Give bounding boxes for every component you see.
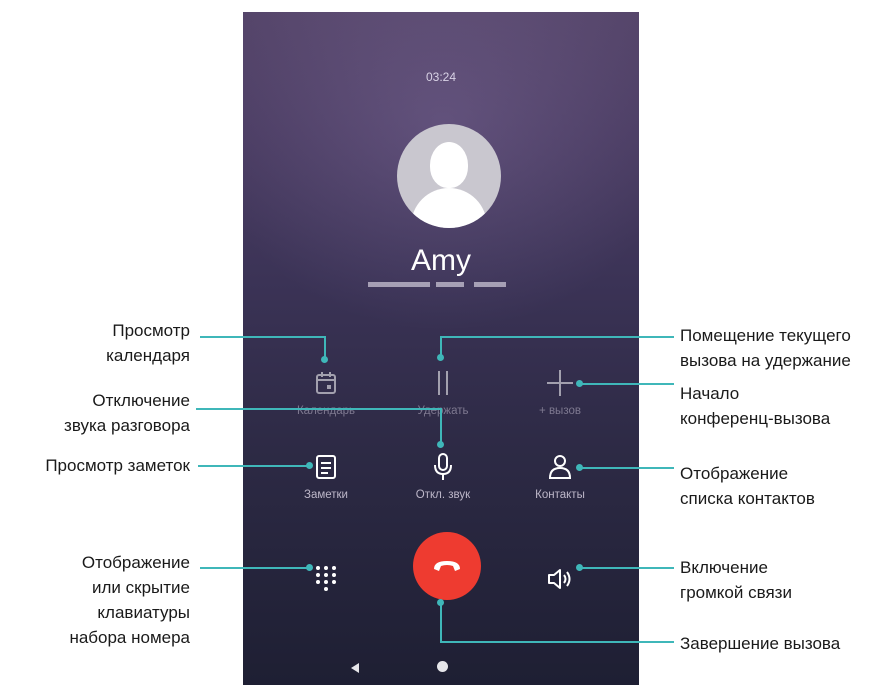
annotation-dialpad-line4: набора номера: [69, 628, 190, 647]
microphone-icon: [434, 453, 452, 480]
contact-number-redacted: [368, 282, 518, 288]
annotation-mute: Отключение звука разговора: [64, 388, 190, 438]
annotation-hold: Помещение текущего вызова на удержание: [680, 323, 851, 373]
add-call-button[interactable]: + вызов: [505, 369, 615, 417]
annotation-conference: Начало конференц-вызова: [680, 381, 830, 431]
back-triangle-icon[interactable]: [350, 662, 360, 674]
dialpad-icon: [316, 566, 336, 591]
pause-icon: [438, 371, 448, 395]
annotation-conference-line2: конференц-вызова: [680, 409, 831, 428]
annotation-calendar-line2: календаря: [106, 346, 190, 365]
speaker-button[interactable]: [505, 565, 615, 593]
contact-avatar: [397, 124, 501, 228]
callout-line-hold: [440, 336, 674, 338]
calendar-label: Календарь: [296, 405, 356, 417]
annotation-dialpad-line2: или скрытие: [92, 578, 190, 597]
annotation-end-call: Завершение вызова: [680, 631, 840, 656]
call-duration: 03:24: [425, 70, 457, 84]
annotation-dialpad: Отображение или скрытие клавиатуры набор…: [69, 550, 190, 650]
callout-line-speaker: [580, 567, 674, 569]
annotation-calendar: Просмотр календаря: [106, 318, 190, 368]
callout-line-conference: [580, 383, 674, 385]
callout-dot-endcall: [437, 599, 444, 606]
annotation-mute-line2: звука разговора: [64, 416, 190, 435]
speaker-icon: [548, 569, 571, 589]
hang-up-icon: [434, 561, 460, 571]
plus-icon: [547, 370, 573, 396]
callout-dot-mute: [437, 441, 444, 448]
annotation-contacts: Отображение списка контактов: [680, 461, 815, 511]
callout-line-dialpad: [200, 567, 310, 569]
callout-line-endcall-v: [440, 602, 442, 642]
notes-icon: [316, 455, 336, 479]
callout-line-mute-v: [440, 408, 442, 443]
callout-line-calendar: [200, 336, 325, 338]
contacts-label: Контакты: [535, 489, 585, 501]
annotation-mute-line1: Отключение: [92, 391, 190, 410]
hold-label: Удержать: [417, 405, 469, 417]
avatar-head: [430, 142, 468, 188]
callout-line-mute: [196, 408, 441, 410]
contact-name: Amy: [411, 244, 471, 277]
callout-line-hold-v: [440, 336, 442, 356]
annotation-dialpad-line1: Отображение: [81, 553, 190, 572]
annotation-calendar-line1: Просмотр: [112, 321, 190, 340]
annotation-speaker-line2: громкой связи: [680, 583, 792, 602]
contact-icon: [548, 455, 572, 479]
annotation-dialpad-line3: клавиатуры: [97, 603, 190, 622]
callout-dot-contacts: [576, 464, 583, 471]
callout-line-calendar-v: [324, 336, 326, 358]
callout-line-endcall: [440, 641, 674, 643]
avatar-body: [411, 188, 487, 228]
annotation-notes-line1: Просмотр заметок: [45, 456, 190, 475]
callout-dot-speaker: [576, 564, 583, 571]
callout-dot-conference: [576, 380, 583, 387]
annotation-hold-line1: Помещение текущего: [680, 326, 851, 345]
annotation-speaker-line1: Включение: [680, 558, 768, 577]
end-call-button[interactable]: [413, 532, 481, 600]
annotation-notes: Просмотр заметок: [45, 453, 190, 478]
annotation-conference-line1: Начало: [680, 384, 740, 403]
home-circle-icon[interactable]: [437, 661, 448, 672]
annotation-contacts-line2: списка контактов: [680, 489, 815, 508]
annotation-end-call-line1: Завершение вызова: [680, 634, 841, 653]
callout-line-contacts: [580, 467, 674, 469]
contacts-button[interactable]: Контакты: [505, 453, 615, 501]
callout-line-notes: [198, 465, 310, 467]
add-call-label: + вызов: [539, 405, 581, 417]
annotation-speaker: Включение громкой связи: [680, 555, 792, 605]
mute-label: Откл. звук: [415, 489, 471, 501]
callout-dot-hold: [437, 354, 444, 361]
mute-button[interactable]: Откл. звук: [388, 453, 498, 501]
calendar-icon: [316, 372, 336, 394]
dialpad-button[interactable]: [271, 565, 381, 593]
notes-button[interactable]: Заметки: [271, 453, 381, 501]
callout-dot-dialpad: [306, 564, 313, 571]
callout-dot-notes: [306, 462, 313, 469]
annotation-hold-line2: вызова на удержание: [680, 351, 851, 370]
annotation-contacts-line1: Отображение: [680, 464, 789, 483]
notes-label: Заметки: [304, 489, 348, 501]
callout-dot-calendar: [321, 356, 328, 363]
